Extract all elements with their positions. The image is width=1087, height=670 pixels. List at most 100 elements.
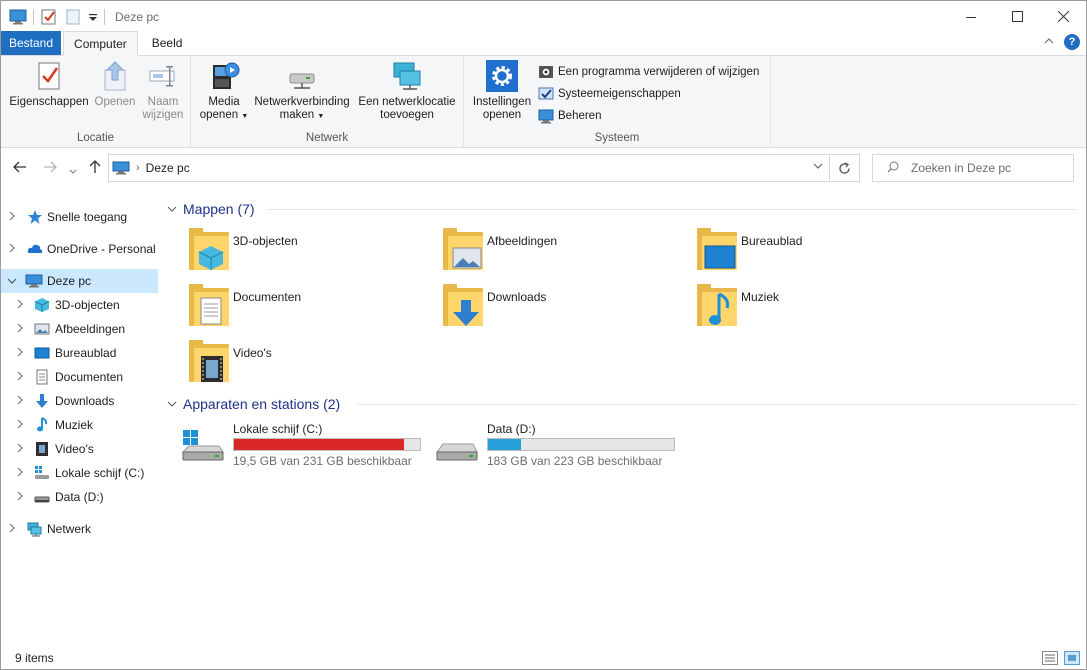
nav-item-netwerk[interactable]: Netwerk: [1, 517, 158, 541]
window-controls: [948, 1, 1086, 32]
expand-chevron-icon[interactable]: [17, 347, 23, 360]
add-network-location-button[interactable]: Een netwerklocatie toevoegen: [355, 60, 459, 122]
nav-item-downloads[interactable]: Downloads: [1, 389, 158, 413]
section-header-apparaten[interactable]: Apparaten en stations (2): [167, 396, 340, 412]
folder-videos[interactable]: Video's: [187, 340, 437, 390]
nav-item-onedrive[interactable]: OneDrive - Personal: [1, 237, 158, 261]
nav-item-afbeeldingen[interactable]: Afbeeldingen: [1, 317, 158, 341]
expand-chevron-icon[interactable]: [9, 243, 15, 256]
drive-d[interactable]: Data (D:) 183 GB van 223 GB beschikbaar: [435, 422, 685, 472]
nav-label: Documenten: [55, 370, 124, 384]
properties-icon[interactable]: [40, 8, 58, 26]
nav-item-3d-objecten[interactable]: 3D-objecten: [1, 293, 158, 317]
network-drive-icon: [286, 60, 318, 92]
uninstall-program-button[interactable]: Een programma verwijderen of wijzigen: [538, 64, 759, 80]
expand-chevron-icon[interactable]: [17, 299, 23, 312]
film-icon: [34, 441, 50, 457]
ribbon-group-locatie: Eigenschappen Openen Naam wijzigen Locat…: [1, 56, 191, 148]
address-dropdown-icon[interactable]: [813, 161, 823, 172]
nav-label: Data (D:): [55, 490, 104, 504]
folder-bureaublad[interactable]: Bureaublad: [695, 228, 945, 278]
refresh-button[interactable]: [829, 155, 859, 181]
section-header-mappen[interactable]: Mappen (7): [167, 201, 255, 217]
maximize-button[interactable]: [994, 1, 1040, 32]
folder-pictures-icon: [441, 228, 487, 274]
up-arrow-icon[interactable]: [89, 160, 101, 177]
drive-usage-bar: [233, 438, 421, 451]
new-folder-icon[interactable]: [64, 8, 82, 26]
folder-3d-objecten[interactable]: 3D-objecten: [187, 228, 437, 278]
nav-item-muziek[interactable]: Muziek: [1, 413, 158, 437]
customize-qat-icon[interactable]: [88, 8, 98, 26]
collapse-chevron-icon[interactable]: [167, 398, 177, 410]
settings-label-1: Instellingen: [472, 96, 532, 108]
collapse-chevron-icon[interactable]: [167, 203, 177, 215]
drive-c[interactable]: Lokale schijf (C:) 19,5 GB van 231 GB be…: [181, 422, 431, 472]
folder-documenten[interactable]: Documenten: [187, 284, 437, 334]
folder-afbeeldingen[interactable]: Afbeeldingen: [441, 228, 691, 278]
tab-beeld[interactable]: Beeld: [142, 31, 193, 55]
folder-downloads[interactable]: Downloads: [441, 284, 691, 334]
uninstall-icon: [538, 64, 554, 80]
nav-label: Snelle toegang: [47, 210, 128, 224]
pictures-icon: [34, 321, 50, 337]
forward-arrow-icon[interactable]: [43, 160, 57, 176]
close-button[interactable]: [1040, 1, 1086, 32]
rename-button[interactable]: Naam wijzigen: [141, 60, 185, 122]
expand-chevron-icon[interactable]: [17, 419, 23, 432]
ribbon-tabs: Bestand Computer Beeld ?: [1, 31, 1086, 56]
folder-label: Documenten: [233, 290, 302, 304]
group-label-systeem: Systeem: [594, 132, 640, 144]
expand-chevron-icon[interactable]: [17, 443, 23, 456]
qat-divider: [104, 8, 105, 25]
folder-desktop-icon: [695, 228, 741, 274]
tab-computer[interactable]: Computer: [63, 31, 138, 56]
collapse-ribbon-icon[interactable]: [1044, 36, 1054, 48]
map-network-drive-button[interactable]: Netwerkverbinding maken ▼: [253, 60, 351, 123]
open-settings-button[interactable]: Instellingen openen: [469, 60, 535, 122]
back-arrow-icon[interactable]: [13, 160, 27, 176]
drive-usage-fill: [234, 439, 405, 450]
expand-chevron-icon[interactable]: [9, 211, 15, 224]
media-open-button[interactable]: Media openen ▼: [197, 60, 251, 123]
nav-item-documenten[interactable]: Documenten: [1, 365, 158, 389]
computer-icon: [112, 161, 130, 175]
minimize-button[interactable]: [948, 1, 994, 32]
properties-button[interactable]: Eigenschappen: [9, 60, 89, 109]
manage-button[interactable]: Beheren: [538, 108, 601, 124]
folder-label: Bureaublad: [741, 234, 803, 248]
quick-access-toolbar: [9, 1, 111, 32]
uninstall-label: Een programma verwijderen of wijzigen: [558, 66, 760, 78]
details-view-icon[interactable]: [1042, 651, 1058, 665]
nav-item-snelle-toegang[interactable]: Snelle toegang: [1, 205, 158, 229]
folder-muziek[interactable]: Muziek: [695, 284, 945, 334]
folder-label: Video's: [233, 346, 272, 360]
manage-icon: [538, 108, 554, 124]
drive-usage-bar: [487, 438, 675, 451]
address-bar[interactable]: › Deze pc: [108, 154, 860, 182]
large-icons-view-icon[interactable]: [1064, 651, 1080, 665]
help-icon[interactable]: ?: [1064, 34, 1080, 50]
nav-item-deze-pc[interactable]: Deze pc: [1, 269, 158, 293]
search-box[interactable]: Zoeken in Deze pc: [872, 154, 1074, 182]
nav-item-videos[interactable]: Video's: [1, 437, 158, 461]
expand-chevron-icon[interactable]: [9, 523, 15, 536]
system-properties-button[interactable]: Systeemeigenschappen: [538, 86, 681, 102]
nav-label: Muziek: [55, 418, 94, 432]
nav-item-lokale-schijf[interactable]: Lokale schijf (C:): [1, 461, 158, 485]
tab-bestand[interactable]: Bestand: [1, 31, 62, 55]
expand-chevron-icon[interactable]: [17, 371, 23, 384]
breadcrumb-chevron-icon[interactable]: ›: [136, 162, 140, 174]
computer-icon[interactable]: [9, 8, 27, 26]
nav-item-data-d[interactable]: Data (D:): [1, 485, 158, 509]
nav-item-bureaublad[interactable]: Bureaublad: [1, 341, 158, 365]
expand-chevron-icon[interactable]: [17, 323, 23, 336]
collapse-chevron-icon[interactable]: [7, 276, 17, 287]
expand-chevron-icon[interactable]: [17, 491, 23, 504]
recent-locations-chevron-icon[interactable]: [69, 162, 77, 178]
expand-chevron-icon[interactable]: [17, 467, 23, 480]
expand-chevron-icon[interactable]: [17, 395, 23, 408]
open-button[interactable]: Openen: [93, 60, 137, 109]
breadcrumb-deze-pc[interactable]: Deze pc: [146, 161, 190, 175]
title-bar: Deze pc: [1, 1, 1086, 32]
